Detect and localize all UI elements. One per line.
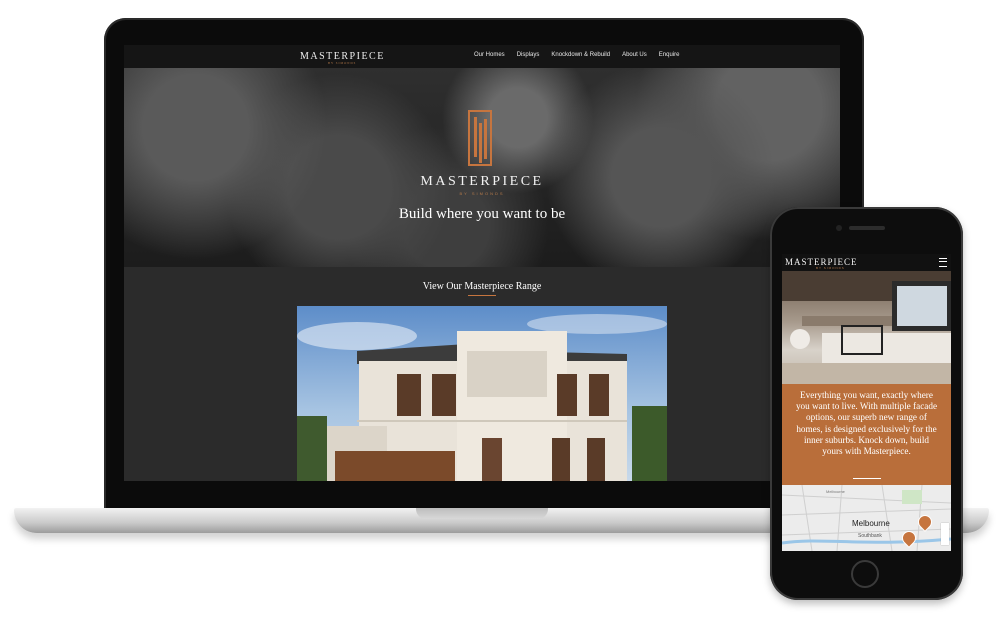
nav-link-knockdown-rebuild[interactable]: Knockdown & Rebuild — [551, 52, 610, 58]
mobile-copy-text: Everything you want, exactly where you w… — [795, 390, 938, 457]
nav-link-about-us[interactable]: About Us — [622, 52, 647, 58]
living-room-illustration — [782, 271, 951, 384]
nav-link-displays[interactable]: Displays — [517, 52, 540, 58]
nav-links: Our Homes Displays Knockdown & Rebuild A… — [474, 52, 679, 58]
phone-home-button[interactable] — [851, 560, 879, 588]
laptop-notch — [416, 508, 548, 519]
house-illustration — [297, 314, 667, 481]
site-logo-subtext: BY SIMONDS — [328, 61, 357, 65]
range-title-underline — [468, 295, 496, 296]
site-logo[interactable]: MASTERPIECE BY SIMONDS — [300, 51, 385, 65]
map-label-suburb-top: Melbourne — [826, 489, 845, 494]
nav-link-enquire[interactable]: Enquire — [659, 52, 680, 58]
map-label-city: Melbourne — [852, 519, 890, 528]
laptop-screen: MASTERPIECE BY SIMONDS Our Homes Display… — [124, 45, 840, 481]
mobile-logo-subtext: BY SIMONDS — [816, 266, 845, 270]
mobile-copy-section: Everything you want, exactly where you w… — [782, 384, 951, 485]
range-section-title: View Our Masterpiece Range — [422, 281, 542, 292]
nav-link-our-homes[interactable]: Our Homes — [474, 52, 505, 58]
hero-brand-subtext: BY SIMONDS — [459, 191, 505, 196]
hero-banner: MASTERPIECE BY SIMONDS Build where you w… — [124, 68, 840, 267]
site-navbar: MASTERPIECE BY SIMONDS Our Homes Display… — [124, 45, 840, 69]
house-facade-image[interactable] — [297, 306, 667, 481]
phone-screen: MASTERPIECE BY SIMONDS Everything you wa… — [782, 254, 951, 551]
masterpiece-emblem-icon — [468, 110, 492, 166]
hamburger-menu-icon[interactable] — [939, 258, 947, 267]
mobile-copy-underline — [853, 478, 881, 479]
map-label-suburb-bottom: Southbank — [858, 533, 882, 539]
living-room-photo — [782, 271, 951, 384]
map-zoom-control[interactable] — [941, 523, 949, 545]
phone-speaker — [849, 226, 885, 230]
mobile-navbar: MASTERPIECE BY SIMONDS — [782, 254, 951, 271]
hero-brand: MASTERPIECE — [420, 174, 544, 189]
hero-tagline: Build where you want to be — [398, 206, 566, 222]
location-map[interactable]: Melbourne Melbourne Southbank — [782, 485, 951, 551]
phone-camera-icon — [836, 225, 842, 231]
